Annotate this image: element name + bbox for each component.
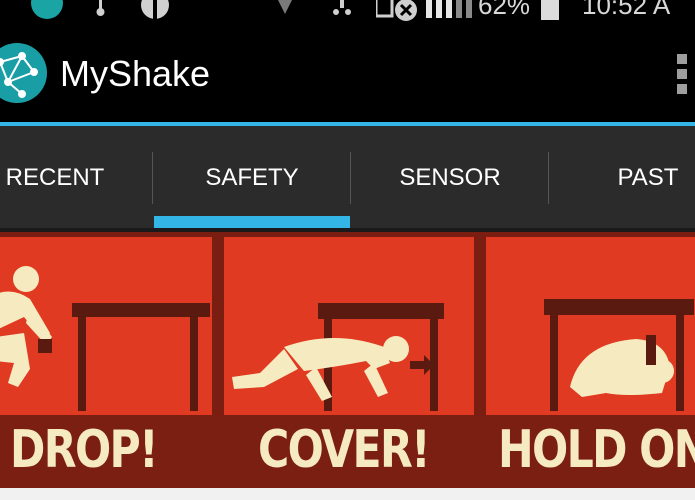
app-title: MyShake xyxy=(60,53,211,94)
drop-caption: DROP! xyxy=(10,420,159,480)
hold-on-panel xyxy=(486,237,695,415)
person-holding-on-icon xyxy=(544,299,694,411)
network-globe-icon[interactable] xyxy=(0,42,48,104)
tab-past-label: PAST xyxy=(617,164,679,191)
tab-divider xyxy=(548,152,549,204)
tab-safety-label: SAFETY xyxy=(205,164,299,191)
cover-caption: COVER! xyxy=(258,420,431,480)
drop-panel xyxy=(0,237,212,415)
tab-sensor-label: SENSOR xyxy=(399,164,501,191)
tab-recent-label: RECENT xyxy=(5,164,105,191)
mute-icon xyxy=(376,0,417,21)
signal-icon xyxy=(278,0,292,14)
hold-on-caption: HOLD ON xyxy=(498,420,695,480)
usb-icon xyxy=(96,0,105,16)
overflow-menu-icon[interactable] xyxy=(674,54,690,98)
download-icon xyxy=(333,0,351,15)
tab-divider xyxy=(152,152,153,204)
tab-safety[interactable]: SAFETY xyxy=(154,126,350,230)
tab-sensor[interactable]: SENSOR xyxy=(352,126,548,230)
action-bar: MyShake xyxy=(0,22,695,122)
safety-poster: DROP! COVER! HOLD ON xyxy=(0,232,695,500)
cell-signal-icon xyxy=(426,0,472,18)
status-bar: 62% 10:52 A xyxy=(0,0,695,22)
tab-bar: RECENT SAFETY SENSOR PAST xyxy=(0,126,695,230)
app-notification-icon xyxy=(31,0,63,19)
person-dropping-icon xyxy=(0,266,210,411)
globe-icon xyxy=(141,0,169,19)
battery-icon xyxy=(541,0,559,20)
person-crawling-under-table-icon xyxy=(232,303,444,411)
tab-recent[interactable]: RECENT xyxy=(0,126,150,230)
content-bottom-edge xyxy=(0,488,695,500)
cover-panel xyxy=(224,237,474,415)
tab-divider xyxy=(350,152,351,204)
selected-tab-indicator xyxy=(154,216,350,228)
tab-past[interactable]: PAST xyxy=(550,126,695,230)
battery-percent: 62% xyxy=(478,0,531,20)
clock: 10:52 A xyxy=(582,0,671,20)
